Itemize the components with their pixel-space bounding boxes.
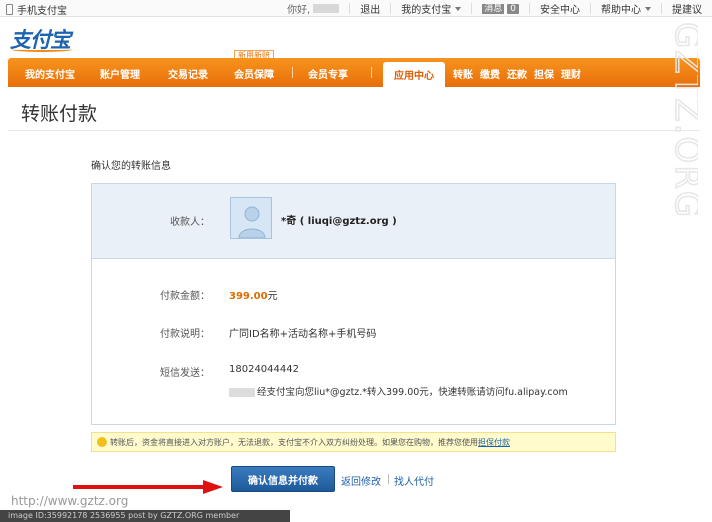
nav-item-app-center[interactable]: 应用中心 (383, 62, 445, 87)
phone-icon (6, 4, 13, 15)
nav-divider (371, 67, 372, 78)
my-alipay-label: 我的支付宝 (401, 5, 452, 16)
description-label: 付款说明： (160, 329, 210, 340)
messages-link[interactable]: 消息 0 (471, 3, 529, 14)
help-label: 帮助中心 (601, 5, 641, 16)
alipay-logo[interactable]: 支付宝 (10, 24, 72, 54)
watermark-text: GZTZ.ORG (668, 22, 698, 219)
chevron-down-icon (455, 6, 462, 11)
my-alipay-menu[interactable]: 我的支付宝 (390, 3, 471, 16)
page-title: 转账付款 (21, 103, 98, 125)
description-value: 广同ID名称+活动名称+手机号码 (229, 329, 377, 340)
red-arrow-icon (73, 480, 223, 494)
watermark-caption: image ID:35992178 2536955 post by GZTZ.O… (0, 510, 290, 522)
logout-label: 退出 (360, 5, 381, 16)
nav-divider (292, 67, 293, 78)
greeting-text: 你好, (287, 5, 311, 16)
ask-someone-to-pay-link[interactable]: 找人代付 (394, 473, 434, 488)
sms-message: 经支付宝向您liu*@gztz.*转入399.00元，快速转账请访问fu.ali… (257, 387, 568, 398)
nav-item-protection[interactable]: 会员保障 (234, 66, 274, 81)
redacted-name (229, 388, 255, 397)
greeting: 你好, (277, 3, 349, 16)
gztz-watermark: GZTZ.ORG (668, 21, 698, 220)
notice-text: 转账后，资金将直接进入对方账户，无法退款，支付宝不介入双方纠纷处理。如果您在购物… (110, 437, 478, 447)
sms-phone: 18024044442 (229, 364, 299, 375)
mobile-alipay-label: 手机支付宝 (17, 6, 67, 17)
nav-sub-finance[interactable]: 理财 (561, 66, 581, 81)
amount-value-row: 399.00元 (229, 287, 278, 302)
security-center-link[interactable]: 安全中心 (529, 3, 590, 16)
amount-label: 付款金额： (160, 291, 210, 302)
nav-item-member[interactable]: 会员专享 (308, 66, 348, 81)
transfer-confirm-panel: 收款人： *奇 ( liuqi@gztz.org ) 付款金额： 399.00元… (91, 183, 616, 425)
top-bar: 手机支付宝 你好, 退出 我的支付宝 消息 0 安全中心 帮助中心 提建议 (0, 0, 712, 17)
logo-swoosh (12, 47, 72, 52)
amount-unit: 元 (267, 291, 278, 302)
help-center-menu[interactable]: 帮助中心 (590, 3, 661, 16)
user-avatar-icon (238, 206, 266, 238)
avatar (230, 197, 272, 239)
back-to-edit-link[interactable]: 返回修改 (341, 473, 381, 488)
messages-count-badge: 0 (507, 3, 519, 14)
security-label: 安全中心 (540, 5, 580, 16)
confirm-and-pay-button[interactable]: 确认信息并付款 (231, 466, 335, 492)
divider (8, 130, 700, 131)
nav-sub-escrow[interactable]: 担保 (534, 66, 554, 81)
nav-item-my-alipay[interactable]: 我的支付宝 (25, 66, 75, 81)
sms-message-row: 经支付宝向您liu*@gztz.*转入399.00元，快速转账请访问fu.ali… (229, 384, 568, 398)
transfer-notice: 转账后，资金将直接进入对方账户，无法退款，支付宝不介入双方纠纷处理。如果您在购物… (91, 432, 616, 452)
username-redacted (313, 4, 340, 13)
sms-label: 短信发送： (160, 368, 210, 379)
mobile-alipay-link[interactable]: 手机支付宝 (6, 2, 67, 17)
escrow-payment-link[interactable]: 担保付款 (478, 437, 510, 448)
payee-label: 收款人： (170, 217, 210, 228)
link-divider (388, 474, 389, 484)
nav-sub-bills[interactable]: 缴费 (480, 66, 500, 81)
main-nav: 我的支付宝 账户管理 交易记录 会员保障 会员专享 应用中心 转账 缴费 还款 … (8, 58, 700, 87)
messages-label: 消息 (482, 3, 505, 14)
nav-item-transactions[interactable]: 交易记录 (168, 66, 208, 81)
logout-link[interactable]: 退出 (349, 3, 390, 16)
watermark-url: http://www.gztz.org (11, 494, 129, 508)
payee-name: *奇 ( liuqi@gztz.org ) (281, 216, 397, 227)
nav-item-account[interactable]: 账户管理 (100, 66, 140, 81)
nav-sub-repay[interactable]: 还款 (507, 66, 527, 81)
payee-section: 收款人： *奇 ( liuqi@gztz.org ) (92, 184, 615, 259)
chevron-down-icon (645, 6, 651, 11)
smiley-icon (97, 437, 107, 447)
nav-sub-transfer[interactable]: 转账 (453, 66, 473, 81)
section-title: 确认您的转账信息 (91, 161, 171, 172)
amount-value: 399.00 (229, 291, 268, 302)
